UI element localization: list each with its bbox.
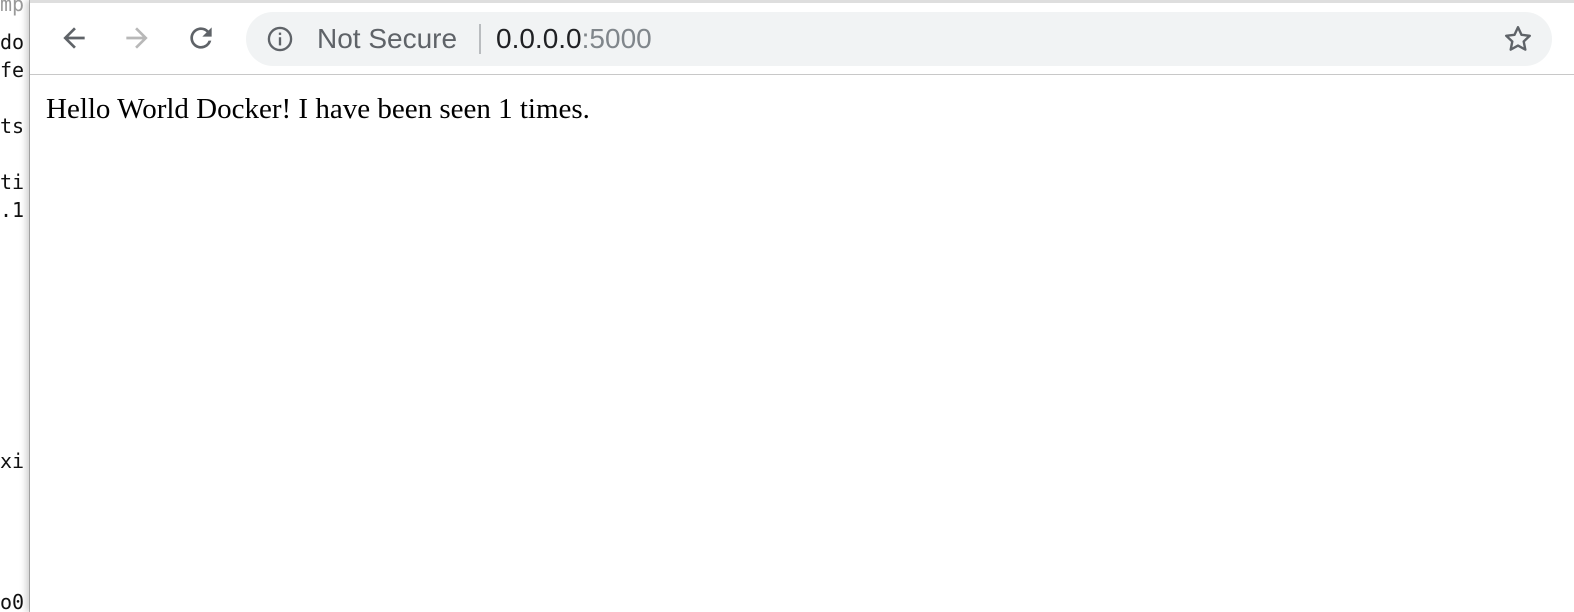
terminal-line: do: [0, 30, 25, 54]
terminal-line: ts: [0, 114, 25, 138]
terminal-line: fe: [0, 58, 25, 82]
security-status-label[interactable]: Not Secure: [317, 12, 457, 66]
arrow-left-icon: [63, 27, 85, 49]
url-text[interactable]: 0.0.0.0:5000: [496, 12, 652, 66]
arrow-right-icon: [126, 27, 148, 49]
address-bar[interactable]: Not Secure 0.0.0.0:5000: [246, 12, 1552, 66]
reload-button[interactable]: [183, 20, 219, 56]
terminal-line: .1: [0, 198, 25, 222]
forward-button[interactable]: [119, 20, 155, 56]
page-body-text: Hello World Docker! I have been seen 1 t…: [46, 93, 590, 125]
star-icon[interactable]: [1502, 23, 1534, 55]
reload-icon: [190, 27, 212, 49]
url-host: 0.0.0.0: [496, 23, 582, 54]
terminal-line: o0: [0, 590, 25, 612]
back-button[interactable]: [56, 20, 92, 56]
page-viewport: Hello World Docker! I have been seen 1 t…: [30, 75, 1574, 612]
info-icon[interactable]: [266, 25, 294, 53]
url-port: :5000: [581, 23, 652, 54]
browser-toolbar: Not Secure 0.0.0.0:5000: [30, 3, 1574, 75]
browser-window: Not Secure 0.0.0.0:5000 Hello World Dock…: [30, 0, 1574, 612]
terminal-line: xi: [0, 449, 25, 473]
terminal-line: mp: [0, 0, 25, 16]
url-divider: [479, 24, 481, 54]
background-terminal-window: mp do fe ts ti .1 xi o0: [0, 0, 30, 612]
terminal-line: ti: [0, 170, 25, 194]
